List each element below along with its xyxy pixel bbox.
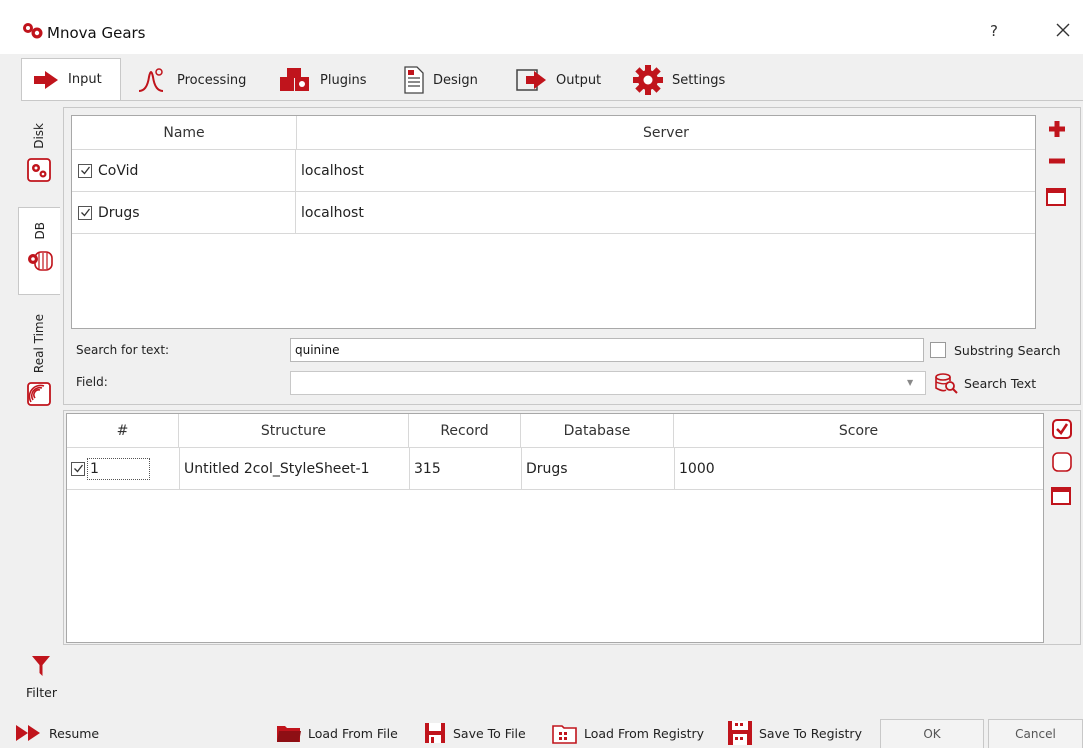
tab-design[interactable]: Design bbox=[403, 60, 478, 100]
search-text-label: Search for text: bbox=[76, 343, 170, 357]
number-cell: 1 bbox=[71, 448, 177, 489]
db-name: Drugs bbox=[98, 204, 140, 221]
registry-open-icon bbox=[552, 722, 578, 744]
close-icon[interactable] bbox=[1052, 19, 1074, 41]
window-title: Mnova Gears bbox=[47, 24, 146, 42]
save-to-file-button[interactable]: Save To File bbox=[423, 719, 526, 747]
record-cell: 315 bbox=[409, 448, 521, 489]
tab-label: Output bbox=[556, 72, 602, 88]
results-table: # Structure Record Database Score 1 Unti… bbox=[66, 413, 1044, 643]
folder-icon bbox=[276, 723, 302, 743]
db-server: localhost bbox=[301, 204, 364, 221]
column-header-structure[interactable]: Structure bbox=[179, 414, 409, 448]
side-tab-realtime[interactable]: Real Time bbox=[18, 310, 60, 430]
title-bar bbox=[0, 0, 1083, 54]
tab-plugins[interactable]: Plugins bbox=[278, 60, 367, 100]
fast-forward-icon bbox=[15, 724, 43, 742]
name-cell: CoVid bbox=[78, 150, 296, 191]
database-table: Name Server CoVid localhost Drugs localh… bbox=[71, 115, 1036, 329]
database-gear-icon bbox=[26, 247, 54, 273]
gear-icon bbox=[632, 64, 664, 96]
help-button[interactable]: ? bbox=[990, 22, 998, 40]
document-icon bbox=[403, 66, 425, 94]
tab-label: Plugins bbox=[320, 72, 367, 88]
column-header-server[interactable]: Server bbox=[297, 116, 1035, 150]
column-header-name[interactable]: Name bbox=[72, 116, 297, 150]
signal-icon bbox=[26, 381, 52, 407]
database-cell: Drugs bbox=[521, 448, 674, 489]
load-from-file-label: Load From File bbox=[308, 725, 398, 741]
tab-input[interactable]: Input bbox=[21, 58, 121, 100]
registry-save-icon bbox=[727, 720, 753, 746]
side-tab-disk[interactable]: Disk bbox=[18, 117, 60, 203]
export-icon bbox=[516, 68, 548, 92]
window-icon[interactable] bbox=[1045, 186, 1067, 208]
tab-label: Processing bbox=[177, 72, 247, 88]
score-cell: 1000 bbox=[674, 448, 1043, 489]
tab-processing[interactable]: Processing bbox=[137, 60, 246, 100]
table-row[interactable]: CoVid localhost bbox=[72, 150, 1035, 192]
save-icon bbox=[423, 721, 447, 745]
row-checkbox[interactable] bbox=[78, 205, 92, 220]
database-search-icon bbox=[934, 372, 958, 394]
filter-button[interactable]: Filter bbox=[26, 655, 57, 700]
db-name: CoVid bbox=[98, 162, 139, 179]
substring-search-checkbox[interactable] bbox=[930, 342, 946, 358]
tab-label: Design bbox=[433, 72, 478, 88]
row-checkbox[interactable] bbox=[71, 461, 85, 476]
resume-button[interactable]: Resume bbox=[15, 719, 99, 747]
search-text-button[interactable]: Search Text bbox=[934, 370, 1036, 396]
uncheck-all-icon[interactable] bbox=[1051, 451, 1073, 473]
column-header-score[interactable]: Score bbox=[674, 414, 1043, 448]
column-header-number[interactable]: # bbox=[67, 414, 179, 448]
table-row[interactable]: 1 Untitled 2col_StyleSheet-1 315 Drugs 1… bbox=[67, 448, 1043, 490]
chevron-down-icon: ▼ bbox=[907, 378, 914, 387]
side-tab-db[interactable]: DB bbox=[18, 207, 60, 295]
field-label: Field: bbox=[76, 375, 108, 389]
save-to-file-label: Save To File bbox=[453, 725, 526, 741]
substring-search-label: Substring Search bbox=[954, 343, 1061, 358]
filter-icon bbox=[31, 655, 51, 677]
column-header-database[interactable]: Database bbox=[521, 414, 674, 448]
check-all-icon[interactable] bbox=[1051, 418, 1073, 440]
tab-output[interactable]: Output bbox=[516, 60, 601, 100]
row-checkbox[interactable] bbox=[78, 163, 92, 178]
search-input[interactable] bbox=[290, 338, 924, 362]
cancel-button[interactable]: Cancel bbox=[988, 719, 1083, 748]
search-text-label: Search Text bbox=[964, 375, 1037, 391]
ok-button[interactable]: OK bbox=[880, 719, 984, 748]
table-row[interactable]: Drugs localhost bbox=[72, 192, 1035, 234]
arrow-right-icon bbox=[34, 70, 60, 90]
save-to-registry-label: Save To Registry bbox=[759, 725, 862, 741]
remove-icon[interactable] bbox=[1046, 150, 1068, 172]
add-icon[interactable] bbox=[1046, 118, 1068, 140]
side-tab-label: Real Time bbox=[32, 314, 46, 374]
blocks-icon bbox=[278, 67, 312, 93]
window-icon[interactable] bbox=[1050, 485, 1072, 507]
save-to-registry-button[interactable]: Save To Registry bbox=[727, 719, 862, 747]
resume-label: Resume bbox=[49, 725, 100, 741]
structure-cell: Untitled 2col_StyleSheet-1 bbox=[179, 448, 409, 489]
side-tab-label: DB bbox=[32, 222, 47, 240]
filter-label: Filter bbox=[26, 685, 57, 700]
gears-icon bbox=[22, 22, 44, 40]
side-tab-label: Disk bbox=[32, 123, 46, 149]
tab-label: Input bbox=[68, 72, 102, 87]
load-from-registry-label: Load From Registry bbox=[584, 725, 705, 741]
peak-icon bbox=[137, 67, 169, 93]
name-cell: Drugs bbox=[78, 192, 296, 233]
tab-settings[interactable]: Settings bbox=[632, 60, 725, 100]
field-select[interactable] bbox=[290, 371, 926, 395]
load-from-registry-button[interactable]: Load From Registry bbox=[552, 719, 704, 747]
load-from-file-button[interactable]: Load From File bbox=[276, 719, 398, 747]
db-server: localhost bbox=[301, 162, 364, 179]
record-number: 1 bbox=[87, 457, 150, 480]
tab-label: Settings bbox=[672, 72, 726, 88]
disk-gears-icon bbox=[26, 157, 52, 183]
column-header-record[interactable]: Record bbox=[409, 414, 521, 448]
